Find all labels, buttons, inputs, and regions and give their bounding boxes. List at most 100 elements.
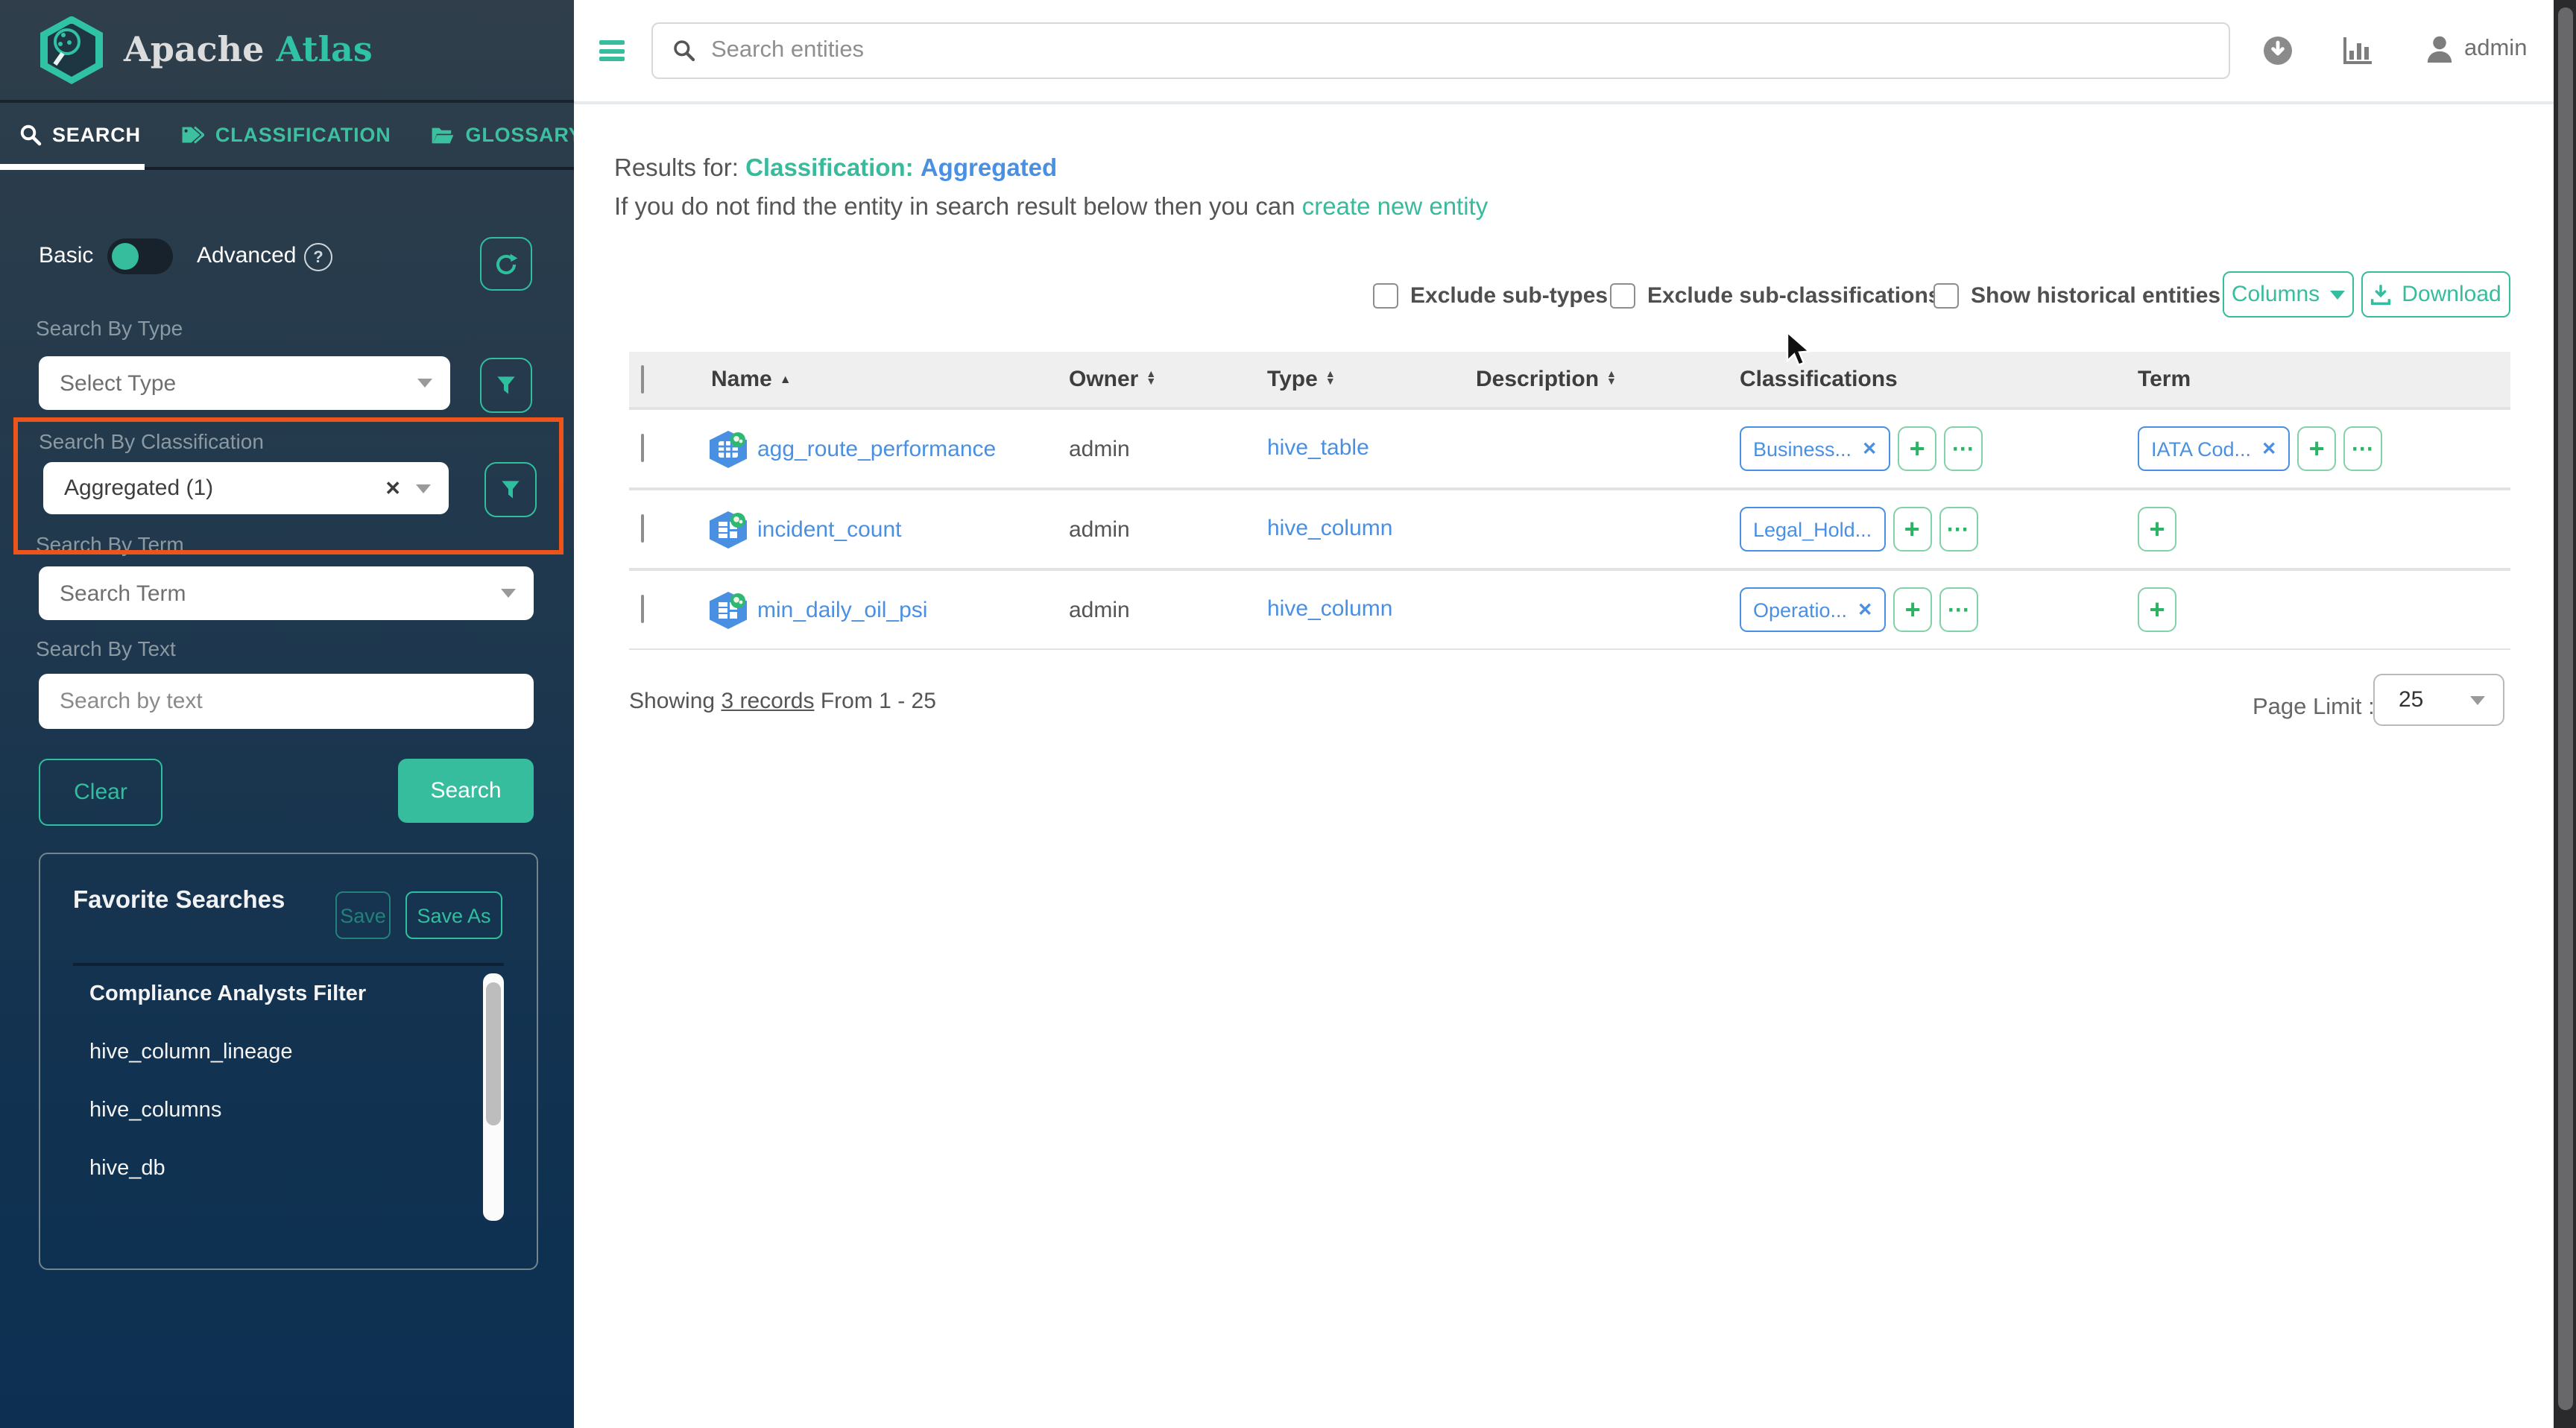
tags-icon (181, 124, 205, 146)
sort-icon: ▲▼ (1325, 373, 1336, 385)
entity-name-link[interactable]: incident_count (757, 516, 902, 542)
funnel-icon (495, 374, 517, 397)
add-term-button[interactable]: + (2138, 587, 2176, 632)
result-filter-value[interactable]: Aggregated (921, 155, 1057, 182)
download-circle-icon[interactable] (2263, 36, 2293, 66)
classification-tag[interactable]: Operatio... ✕ (1740, 587, 1886, 632)
exclude-subtypes-option: Exclude sub-types (1373, 283, 1608, 309)
col-header-owner[interactable]: Owner ▲▼ (1057, 367, 1255, 392)
more-classifications-button[interactable]: ⋯ (1944, 426, 1983, 471)
add-classification-button[interactable]: + (1892, 507, 1931, 552)
entity-name-link[interactable]: min_daily_oil_psi (757, 597, 927, 622)
remove-term-icon[interactable]: ✕ (2261, 438, 2276, 459)
save-as-button[interactable]: Save As (405, 891, 502, 939)
term-select[interactable]: Search Term (39, 566, 534, 620)
chevron-down-icon (416, 484, 431, 493)
create-entity-hint: If you do not find the entity in search … (614, 194, 1488, 222)
download-button[interactable]: Download (2361, 271, 2510, 317)
entity-owner: admin (1057, 516, 1255, 542)
global-search-input[interactable] (708, 36, 2229, 66)
tab-glossary[interactable]: GLOSSARY (432, 124, 583, 146)
checkbox[interactable] (1610, 283, 1635, 309)
search-icon (672, 39, 696, 63)
funnel-icon (499, 478, 522, 501)
search-icon (19, 124, 42, 146)
user-menu[interactable]: admin (2425, 34, 2527, 64)
classification-tag[interactable]: Legal_Hold... (1740, 507, 1885, 552)
folder-open-icon (432, 124, 455, 145)
tab-search[interactable]: SEARCH (19, 124, 141, 146)
text-search-input[interactable]: Search by text (39, 674, 534, 729)
classification-select[interactable]: Aggregated (1) ✕ (43, 462, 449, 514)
row-checkbox[interactable] (641, 595, 644, 623)
basic-label: Basic (39, 243, 93, 268)
advanced-label: Advanced (197, 243, 296, 268)
col-header-term: Term (2126, 367, 2510, 392)
statistics-icon[interactable] (2342, 36, 2373, 66)
create-new-entity-link[interactable]: create new entity (1302, 194, 1488, 221)
row-checkbox[interactable] (641, 434, 644, 462)
page-limit-select[interactable]: 25 (2373, 674, 2504, 726)
add-term-button[interactable]: + (2297, 426, 2336, 471)
hamburger-menu-icon[interactable] (599, 40, 625, 61)
entity-owner: admin (1057, 597, 1255, 622)
refresh-button[interactable] (480, 237, 532, 291)
favorites-scrollbar-track[interactable] (483, 973, 504, 1221)
more-classifications-button[interactable]: ⋯ (1939, 587, 1978, 632)
tab-classification[interactable]: CLASSIFICATION (181, 124, 391, 146)
favorite-item[interactable]: hive_columns (89, 1099, 221, 1122)
select-all-checkbox[interactable] (641, 365, 644, 394)
entity-type-link[interactable]: hive_column (1267, 516, 1392, 541)
add-term-button[interactable]: + (2138, 507, 2176, 552)
chevron-down-icon (2330, 290, 2345, 299)
sort-asc-icon: ▲ (780, 373, 792, 386)
app-title: Apache Atlas (124, 30, 373, 70)
type-select[interactable]: Select Type (39, 356, 450, 410)
entity-name-link[interactable]: agg_route_performance (757, 436, 996, 461)
download-icon (2370, 284, 2391, 305)
remove-classification-icon[interactable]: ✕ (1862, 438, 1877, 459)
window-scrollbar-track[interactable] (2554, 0, 2576, 1428)
type-filter-button[interactable] (480, 358, 532, 413)
search-button[interactable]: Search (398, 759, 534, 823)
window-scrollbar-thumb[interactable] (2557, 7, 2572, 1410)
classification-tag[interactable]: Business... ✕ (1740, 426, 1890, 471)
columns-button[interactable]: Columns (2223, 271, 2354, 317)
chevron-down-icon (2470, 695, 2485, 704)
page-limit-label: Page Limit : (2253, 695, 2375, 721)
chevron-down-icon (501, 589, 516, 598)
col-header-type[interactable]: Type ▲▼ (1255, 367, 1464, 392)
top-bar: admin (574, 0, 2576, 104)
active-tab-underline (0, 164, 145, 170)
records-link[interactable]: 3 records (721, 689, 814, 714)
basic-advanced-toggle[interactable] (107, 238, 173, 274)
help-icon[interactable]: ? (304, 243, 332, 271)
remove-classification-icon[interactable]: ✕ (1857, 599, 1872, 620)
favorites-title: Favorite Searches (73, 887, 285, 915)
favorite-item[interactable]: hive_db (89, 1157, 165, 1181)
search-by-classification-label: Search By Classification (39, 429, 264, 453)
save-button[interactable]: Save (335, 891, 391, 939)
entity-type-link[interactable]: hive_column (1267, 596, 1392, 622)
favorite-item[interactable]: Compliance Analysts Filter (89, 982, 366, 1006)
checkbox[interactable] (1933, 283, 1959, 309)
table-row: agg_route_performance admin hive_table B… (629, 407, 2510, 487)
more-terms-button[interactable]: ⋯ (2343, 426, 2382, 471)
col-header-name[interactable]: Name▲ (699, 367, 1057, 392)
clear-button[interactable]: Clear (39, 759, 162, 826)
hive-table-icon (710, 430, 747, 467)
favorite-item[interactable]: hive_column_lineage (89, 1040, 293, 1064)
row-checkbox[interactable] (641, 514, 644, 543)
col-header-description[interactable]: Description ▲▼ (1464, 367, 1728, 392)
more-classifications-button[interactable]: ⋯ (1939, 507, 1977, 552)
entity-type-link[interactable]: hive_table (1267, 435, 1369, 461)
favorites-scrollbar-thumb[interactable] (486, 982, 501, 1125)
add-classification-button[interactable]: + (1898, 426, 1936, 471)
results-table: Name▲ Owner ▲▼ Type ▲▼ Description ▲▼ Cl… (629, 352, 2510, 650)
add-classification-button[interactable]: + (1893, 587, 1932, 632)
global-search-box[interactable] (651, 22, 2230, 79)
checkbox[interactable] (1373, 283, 1398, 309)
term-tag[interactable]: IATA Cod... ✕ (2138, 426, 2290, 471)
classification-filter-button[interactable] (484, 462, 537, 517)
clear-selection-icon[interactable]: ✕ (385, 476, 401, 500)
